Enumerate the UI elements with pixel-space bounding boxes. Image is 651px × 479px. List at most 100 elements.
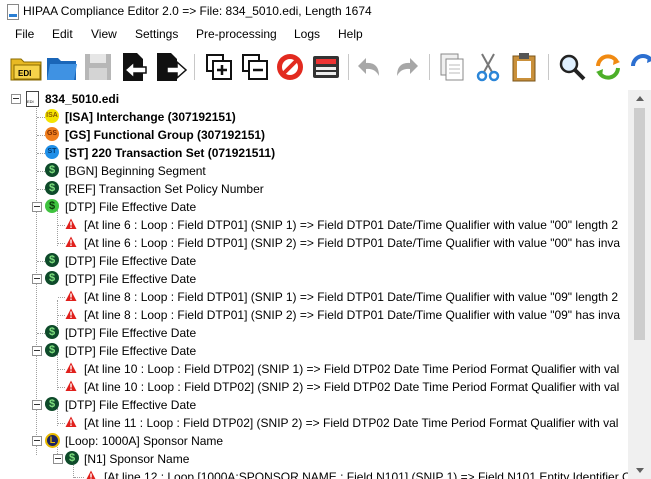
collapse-toggle[interactable] bbox=[53, 454, 63, 464]
import-icon[interactable] bbox=[117, 50, 151, 84]
refresh-icon[interactable] bbox=[591, 50, 625, 84]
segment-icon: $ bbox=[45, 325, 59, 339]
warning-icon bbox=[65, 380, 77, 392]
redo-icon[interactable] bbox=[389, 50, 423, 84]
tree-node-warning[interactable]: [At line 6 : Loop : Field DTP01] (SNIP 1… bbox=[0, 216, 628, 234]
tree-node-dtp[interactable]: $ [DTP] File Effective Date bbox=[0, 252, 628, 270]
menu-help[interactable]: Help bbox=[338, 27, 363, 41]
menu-logs[interactable]: Logs bbox=[294, 27, 320, 41]
edit-record-icon[interactable] bbox=[309, 50, 343, 84]
tree-node-dtp[interactable]: $ [DTP] File Effective Date bbox=[0, 324, 628, 342]
tree-node-warning[interactable]: [At line 8 : Loop : Field DTP01] (SNIP 2… bbox=[0, 306, 628, 324]
collapse-toggle[interactable] bbox=[32, 202, 42, 212]
tree-node-warning[interactable]: [At line 10 : Loop : Field DTP02] (SNIP … bbox=[0, 378, 628, 396]
tree-node-isa[interactable]: ISA [ISA] Interchange (307192151) bbox=[0, 108, 628, 126]
tree-node-label: [ST] 220 Transaction Set (071921511) bbox=[65, 146, 276, 160]
tree-node-dtp[interactable]: $ [DTP] File Effective Date bbox=[0, 396, 628, 414]
copy-icon[interactable] bbox=[435, 50, 469, 84]
tree-node-label: [GS] Functional Group (307192151) bbox=[65, 128, 266, 142]
tree-node-label: [At line 10 : Loop : Field DTP02] (SNIP … bbox=[84, 362, 620, 376]
collapse-toggle[interactable] bbox=[11, 94, 21, 104]
app-icon bbox=[7, 4, 19, 20]
export-icon[interactable] bbox=[153, 50, 187, 84]
menu-edit[interactable]: Edit bbox=[52, 27, 73, 41]
save-icon[interactable] bbox=[81, 50, 115, 84]
segment-icon: $ bbox=[45, 199, 59, 213]
tree-connector bbox=[58, 225, 65, 226]
vertical-scrollbar[interactable] bbox=[628, 90, 651, 479]
tree-node-warning[interactable]: [At line 11 : Loop : Field DTP02] (SNIP … bbox=[0, 414, 628, 432]
paste-icon[interactable] bbox=[507, 50, 541, 84]
collapse-toggle[interactable] bbox=[32, 274, 42, 284]
tree-node-warning[interactable]: [At line 10 : Loop : Field DTP02] (SNIP … bbox=[0, 360, 628, 378]
toolbar: EDI bbox=[0, 45, 651, 91]
scroll-down-button[interactable] bbox=[628, 462, 651, 479]
tree-node-warning[interactable]: [At line 8 : Loop : Field DTP01] (SNIP 1… bbox=[0, 288, 628, 306]
tree-node-file[interactable]: 834_5010.edi bbox=[0, 90, 628, 108]
tree-node-ref[interactable]: $ [REF] Transaction Set Policy Number bbox=[0, 180, 628, 198]
gs-icon: GS bbox=[45, 127, 59, 141]
tree-node-dtp[interactable]: $ [DTP] File Effective Date bbox=[0, 198, 628, 216]
add-segment-icon[interactable] bbox=[201, 50, 235, 84]
window-title: HIPAA Compliance Editor 2.0 => File: 834… bbox=[23, 4, 372, 18]
menu-view[interactable]: View bbox=[91, 27, 117, 41]
open-folder-icon[interactable] bbox=[45, 50, 79, 84]
segment-icon: $ bbox=[45, 271, 59, 285]
collapse-toggle[interactable] bbox=[32, 346, 42, 356]
tree-node-label: [At line 10 : Loop : Field DTP02] (SNIP … bbox=[84, 380, 620, 394]
tree-connector bbox=[37, 261, 45, 262]
tree-node-label: [DTP] File Effective Date bbox=[65, 200, 197, 214]
tree-connector bbox=[37, 189, 45, 190]
tree-node-label: [DTP] File Effective Date bbox=[65, 272, 197, 286]
open-edi-icon[interactable]: EDI bbox=[9, 50, 43, 84]
tree-node-loop-1000a[interactable]: L [Loop: 1000A] Sponsor Name bbox=[0, 432, 628, 450]
tree-connector bbox=[37, 333, 45, 334]
tree-node-label: [DTP] File Effective Date bbox=[65, 398, 197, 412]
stop-icon[interactable] bbox=[273, 50, 307, 84]
menu-settings[interactable]: Settings bbox=[135, 27, 178, 41]
remove-segment-icon[interactable] bbox=[237, 50, 271, 84]
tree-connector bbox=[58, 297, 65, 298]
tree-node-label: [At line 6 : Loop : Field DTP01] (SNIP 1… bbox=[84, 218, 619, 232]
tree-connector bbox=[58, 315, 65, 316]
menu-pre-processing[interactable]: Pre-processing bbox=[196, 27, 277, 41]
tree-node-label: [At line 11 : Loop : Field DTP02] (SNIP … bbox=[84, 416, 619, 430]
tree-node-warning[interactable]: [At line 6 : Loop : Field DTP01] (SNIP 2… bbox=[0, 234, 628, 252]
toolbar-separator bbox=[429, 54, 430, 80]
tree-connector bbox=[58, 369, 65, 370]
tree-connector bbox=[37, 171, 45, 172]
tree-node-label: [DTP] File Effective Date bbox=[65, 344, 197, 358]
loop-icon: L bbox=[45, 433, 60, 448]
tree-node-warning[interactable]: [At line 12 : Loop [1000A:SPONSOR NAME :… bbox=[0, 468, 628, 479]
segment-icon: $ bbox=[45, 181, 59, 195]
tree-node-label: [At line 8 : Loop : Field DTP01] (SNIP 2… bbox=[84, 308, 621, 322]
tree-node-dtp[interactable]: $ [DTP] File Effective Date bbox=[0, 270, 628, 288]
collapse-toggle[interactable] bbox=[32, 400, 42, 410]
tree-node-label: [At line 12 : Loop [1000A:SPONSOR NAME :… bbox=[104, 470, 628, 479]
edi-tree-view[interactable]: 834_5010.edi ISA [ISA] Interchange (3071… bbox=[0, 90, 628, 479]
segment-icon: $ bbox=[45, 163, 59, 177]
tree-connector bbox=[74, 477, 84, 478]
warning-icon bbox=[65, 218, 77, 230]
toolbar-separator bbox=[348, 54, 349, 80]
scroll-up-button[interactable] bbox=[628, 90, 651, 107]
tree-node-label: [ISA] Interchange (307192151) bbox=[65, 110, 236, 124]
tree-node-bgn[interactable]: $ [BGN] Beginning Segment bbox=[0, 162, 628, 180]
tree-node-st[interactable]: ST [ST] 220 Transaction Set (071921511) bbox=[0, 144, 628, 162]
scroll-thumb[interactable] bbox=[634, 108, 645, 340]
tree-connector bbox=[58, 423, 65, 424]
cut-icon[interactable] bbox=[471, 50, 505, 84]
search-icon[interactable] bbox=[555, 50, 589, 84]
title-bar: HIPAA Compliance Editor 2.0 => File: 834… bbox=[0, 0, 651, 23]
menu-file[interactable]: File bbox=[15, 27, 34, 41]
collapse-toggle[interactable] bbox=[32, 436, 42, 446]
st-icon: ST bbox=[45, 145, 59, 159]
sync-icon[interactable] bbox=[627, 50, 651, 84]
tree-node-label: [DTP] File Effective Date bbox=[65, 326, 197, 340]
tree-node-dtp[interactable]: $ [DTP] File Effective Date bbox=[0, 342, 628, 360]
toolbar-separator bbox=[548, 54, 549, 80]
tree-node-n1[interactable]: $ [N1] Sponsor Name bbox=[0, 450, 628, 468]
warning-icon bbox=[65, 362, 77, 374]
tree-node-gs[interactable]: GS [GS] Functional Group (307192151) bbox=[0, 126, 628, 144]
undo-icon[interactable] bbox=[353, 50, 387, 84]
